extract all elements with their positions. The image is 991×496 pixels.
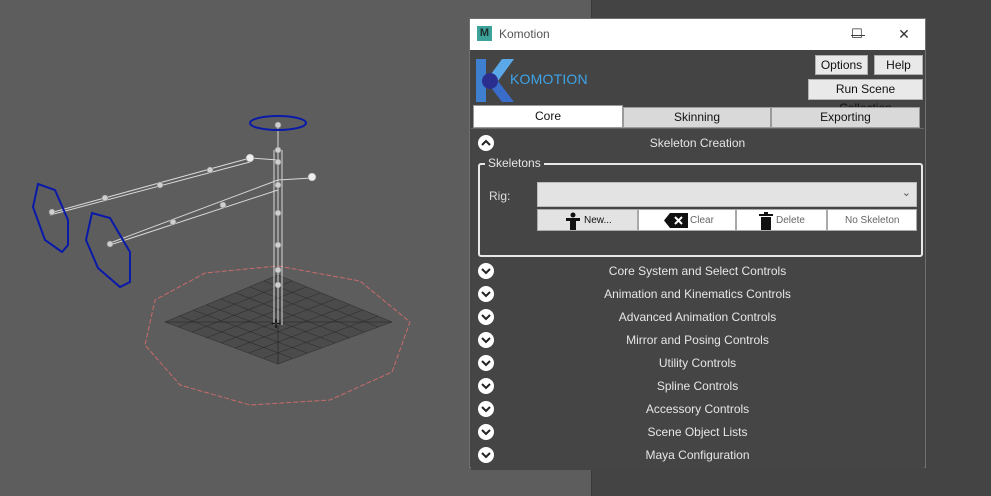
core-tab-panel: Skeleton Creation Skeletons Rig: ⌄ New..… [471,128,924,470]
skeletons-group: Skeletons Rig: ⌄ New... Clear Delete No … [478,156,923,257]
section-skeleton-creation[interactable]: Skeleton Creation [471,132,924,154]
options-button[interactable]: Options [815,55,868,75]
rig-dropdown[interactable]: ⌄ [537,182,917,207]
tab-skinning[interactable]: Skinning [623,107,771,128]
section-title: Mirror and Posing Controls [626,333,769,347]
section-title: Skeleton Creation [649,136,746,150]
section-advanced-animation[interactable]: Advanced Animation Controls [471,306,924,328]
section-title: Scene Object Lists [647,425,748,439]
no-skeleton-button[interactable]: No Skeleton [827,209,917,231]
tab-core[interactable]: Core [473,105,623,128]
section-title: Advanced Animation Controls [618,310,777,324]
help-button[interactable]: Help [874,55,923,75]
clear-label: Clear [690,215,714,226]
clear-button[interactable]: Clear [638,209,736,231]
tab-exporting[interactable]: Exporting [771,107,920,128]
no-skeleton-label: No Skeleton [845,215,900,226]
backspace-icon [664,213,688,228]
section-title: Maya Configuration [645,448,750,462]
logo-text: KOMOTION [510,71,588,87]
section-scene-object-lists[interactable]: Scene Object Lists [471,421,924,443]
komotion-window: M Komotion — ☐ ✕ KOMOTION Options Help R… [469,18,926,470]
rig-label: Rig: [489,189,511,203]
trash-icon [759,212,773,230]
svg-text:✛: ✛ [271,317,281,331]
section-title: Utility Controls [658,356,737,370]
section-title: Core System and Select Controls [608,264,787,278]
section-mirror-posing[interactable]: Mirror and Posing Controls [471,329,924,351]
window-title: Komotion [499,27,550,41]
chevron-down-icon: ⌄ [901,187,911,199]
close-button[interactable]: ✕ [894,24,914,44]
person-icon [566,212,580,230]
title-bar[interactable]: M Komotion — ☐ ✕ [470,19,925,50]
section-title: Spline Controls [656,379,739,393]
new-skeleton-button[interactable]: New... [537,209,638,231]
section-title: Accessory Controls [645,402,750,416]
hand-controllers [31,115,307,289]
run-scene-collection-button[interactable]: Run Scene Collection [808,79,923,115]
section-accessory[interactable]: Accessory Controls [471,398,924,420]
section-utility[interactable]: Utility Controls [471,352,924,374]
left-hand-controller [31,182,69,254]
delete-button[interactable]: Delete [736,209,827,231]
section-title: Animation and Kinematics Controls [604,287,791,301]
section-animation-kinematics[interactable]: Animation and Kinematics Controls [471,283,924,305]
new-label: New... [584,215,612,226]
section-maya-configuration[interactable]: Maya Configuration [471,444,924,466]
maya-app-icon: M [477,26,492,41]
group-title: Skeletons [485,156,544,170]
maximize-button[interactable]: ☐ [847,24,867,44]
section-core-system[interactable]: Core System and Select Controls [471,260,924,282]
right-hand-controller [84,211,131,289]
section-spline[interactable]: Spline Controls [471,375,924,397]
delete-label: Delete [776,215,805,226]
